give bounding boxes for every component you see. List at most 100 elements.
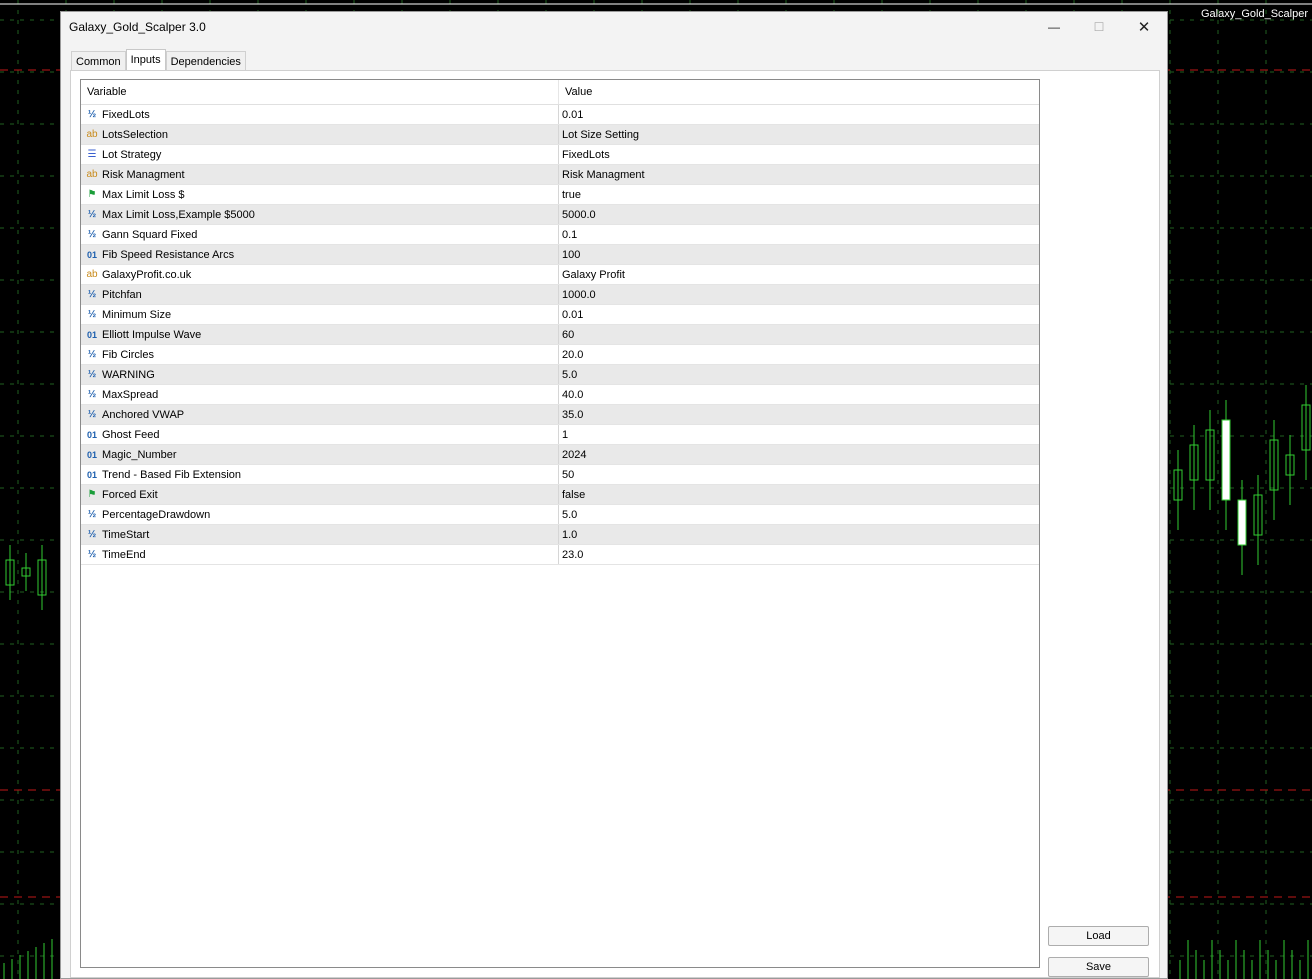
value-cell[interactable]: Risk Managment: [559, 165, 1039, 184]
value-cell[interactable]: 50: [559, 465, 1039, 484]
value-cell[interactable]: 2024: [559, 445, 1039, 464]
table-row[interactable]: 01 Elliott Impulse Wave 60: [81, 325, 1039, 345]
variable-name: Gann Squard Fixed: [102, 228, 198, 241]
variable-name: Elliott Impulse Wave: [102, 328, 202, 341]
tab-inputs[interactable]: Inputs: [125, 49, 166, 72]
double-type-icon: ½: [87, 529, 97, 540]
maximize-icon: ☐: [1093, 20, 1105, 34]
variable-cell: ½ Max Limit Loss,Example $5000: [81, 205, 559, 224]
variable-name: Forced Exit: [102, 488, 158, 501]
table-row[interactable]: ½ Anchored VWAP 35.0: [81, 405, 1039, 425]
value-cell[interactable]: 0.1: [559, 225, 1039, 244]
table-row[interactable]: ½ TimeStart 1.0: [81, 525, 1039, 545]
table-row[interactable]: ⚑ Forced Exit false: [81, 485, 1039, 505]
close-button[interactable]: ✕: [1121, 12, 1167, 42]
chart-candle: [1237, 499, 1247, 546]
double-type-icon: ½: [87, 209, 97, 220]
save-button[interactable]: Save: [1048, 957, 1149, 977]
double-type-icon: ½: [87, 309, 97, 320]
value-cell[interactable]: 100: [559, 245, 1039, 264]
table-row[interactable]: ab GalaxyProfit.co.uk Galaxy Profit: [81, 265, 1039, 285]
variable-name: LotsSelection: [102, 128, 169, 141]
integer-type-icon: 01: [86, 469, 97, 480]
minimize-icon: —: [1048, 20, 1060, 34]
value-cell[interactable]: 1.0: [559, 525, 1039, 544]
table-row[interactable]: ½ WARNING 5.0: [81, 365, 1039, 385]
value-cell[interactable]: 5.0: [559, 365, 1039, 384]
grid-rows: ½ FixedLots 0.01 ab LotsSelection Lot Size Se…: [81, 105, 1039, 565]
inputs-panel: Variable Value ½ FixedLots 0.01 ab LotsSelec…: [70, 70, 1160, 978]
variable-cell: ½ Gann Squard Fixed: [81, 225, 559, 244]
load-button[interactable]: Load: [1048, 926, 1149, 946]
value-cell[interactable]: Galaxy Profit: [559, 265, 1039, 284]
table-row[interactable]: ½ TimeEnd 23.0: [81, 545, 1039, 565]
value-cell[interactable]: 20.0: [559, 345, 1039, 364]
variable-name: PercentageDrawdown: [102, 508, 211, 521]
variable-cell: ½ Minimum Size: [81, 305, 559, 324]
tab-bar: Common Inputs Dependencies: [71, 49, 246, 72]
table-row[interactable]: 01 Magic_Number 2024: [81, 445, 1039, 465]
minimize-button[interactable]: —: [1031, 12, 1077, 42]
variable-name: Max Limit Loss $: [102, 188, 185, 201]
table-row[interactable]: ½ Gann Squard Fixed 0.1: [81, 225, 1039, 245]
variable-cell: ½ TimeEnd: [81, 545, 559, 564]
table-row[interactable]: ½ Fib Circles 20.0: [81, 345, 1039, 365]
variable-cell: 01 Magic_Number: [81, 445, 559, 464]
variable-name: WARNING: [102, 368, 155, 381]
enum-type-icon: ☰: [87, 149, 97, 160]
value-cell[interactable]: 35.0: [559, 405, 1039, 424]
variable-name: TimeEnd: [102, 548, 146, 561]
maximize-button[interactable]: ☐: [1076, 12, 1122, 42]
table-row[interactable]: 01 Fib Speed Resistance Arcs 100: [81, 245, 1039, 265]
integer-type-icon: 01: [86, 449, 97, 460]
variable-cell: ½ WARNING: [81, 365, 559, 384]
window-title: Galaxy_Gold_Scalper 3.0: [69, 20, 206, 34]
close-icon: ✕: [1137, 19, 1151, 36]
tab-dependencies[interactable]: Dependencies: [165, 51, 246, 72]
double-type-icon: ½: [87, 549, 97, 560]
value-cell[interactable]: 5000.0: [559, 205, 1039, 224]
value-cell[interactable]: 0.01: [559, 105, 1039, 124]
table-row[interactable]: ab LotsSelection Lot Size Setting: [81, 125, 1039, 145]
titlebar[interactable]: Galaxy_Gold_Scalper 3.0 — ☐ ✕: [61, 12, 1167, 42]
value-cell[interactable]: 0.01: [559, 305, 1039, 324]
value-cell[interactable]: 5.0: [559, 505, 1039, 524]
table-row[interactable]: ½ Max Limit Loss,Example $5000 5000.0: [81, 205, 1039, 225]
variable-cell: ½ Fib Circles: [81, 345, 559, 364]
value-cell[interactable]: 23.0: [559, 545, 1039, 564]
integer-type-icon: 01: [86, 329, 97, 340]
bool-type-icon: ⚑: [87, 189, 97, 200]
inputs-grid: Variable Value ½ FixedLots 0.01 ab LotsSelec…: [80, 79, 1040, 968]
value-cell[interactable]: true: [559, 185, 1039, 204]
double-type-icon: ½: [87, 389, 97, 400]
column-header-variable[interactable]: Variable: [81, 80, 559, 104]
table-row[interactable]: ½ Pitchfan 1000.0: [81, 285, 1039, 305]
value-cell[interactable]: FixedLots: [559, 145, 1039, 164]
value-cell[interactable]: false: [559, 485, 1039, 504]
variable-cell: ab Risk Managment: [81, 165, 559, 184]
value-cell[interactable]: 1: [559, 425, 1039, 444]
tab-common[interactable]: Common: [71, 51, 126, 72]
table-row[interactable]: ½ FixedLots 0.01: [81, 105, 1039, 125]
table-row[interactable]: ab Risk Managment Risk Managment: [81, 165, 1039, 185]
variable-name: Minimum Size: [102, 308, 172, 321]
column-header-value[interactable]: Value: [559, 80, 1039, 104]
variable-name: Fib Circles: [102, 348, 154, 361]
grid-header: Variable Value: [81, 80, 1039, 105]
variable-name: Risk Managment: [102, 168, 185, 181]
value-cell[interactable]: 40.0: [559, 385, 1039, 404]
value-cell[interactable]: 60: [559, 325, 1039, 344]
variable-cell: ⚑ Max Limit Loss $: [81, 185, 559, 204]
table-row[interactable]: 01 Ghost Feed 1: [81, 425, 1039, 445]
table-row[interactable]: ½ PercentageDrawdown 5.0: [81, 505, 1039, 525]
double-type-icon: ½: [87, 109, 97, 120]
table-row[interactable]: ⚑ Max Limit Loss $ true: [81, 185, 1039, 205]
table-row[interactable]: ☰ Lot Strategy FixedLots: [81, 145, 1039, 165]
double-type-icon: ½: [87, 369, 97, 380]
table-row[interactable]: 01 Trend - Based Fib Extension 50: [81, 465, 1039, 485]
value-cell[interactable]: 1000.0: [559, 285, 1039, 304]
variable-name: Ghost Feed: [102, 428, 160, 441]
value-cell[interactable]: Lot Size Setting: [559, 125, 1039, 144]
table-row[interactable]: ½ Minimum Size 0.01: [81, 305, 1039, 325]
table-row[interactable]: ½ MaxSpread 40.0: [81, 385, 1039, 405]
